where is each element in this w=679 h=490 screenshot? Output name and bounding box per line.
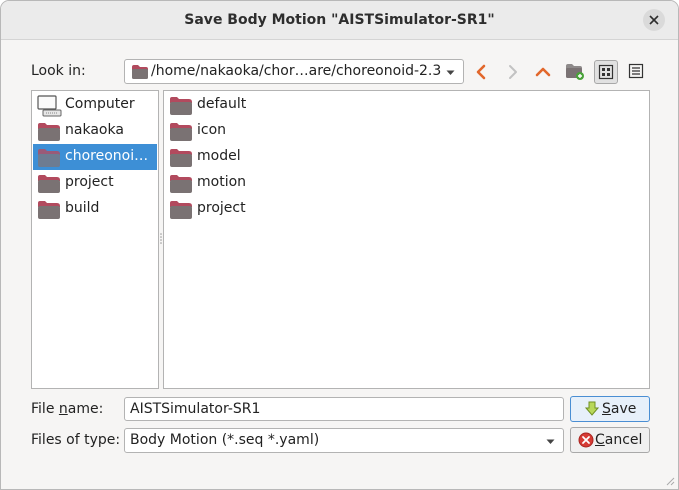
sidebar-item-label: nakaoka — [65, 122, 124, 138]
chevron-down-icon — [446, 70, 455, 75]
file-type-label: Files of type: — [31, 432, 121, 448]
save-button[interactable]: Save — [570, 396, 650, 422]
sidebar-item-nakaoka[interactable]: nakaoka — [33, 118, 157, 144]
sidebar-item-computer[interactable]: Computer — [33, 92, 157, 118]
file-name-label-suffix: ame: — [67, 401, 104, 417]
file-item-default[interactable]: default — [165, 92, 365, 118]
file-item-label: default — [197, 96, 247, 112]
cancel-button-label: Cancel — [595, 432, 643, 448]
look-in-path: /home/nakaoka/chor…are/choreonoid-2.3 — [151, 63, 442, 79]
file-item-label: icon — [197, 122, 227, 138]
cancel-button[interactable]: Cancel — [570, 427, 650, 453]
folder-icon — [38, 123, 60, 141]
sidebar-item-build[interactable]: build — [33, 196, 157, 222]
save-button-label: Save — [602, 401, 637, 417]
list-view-button[interactable] — [594, 60, 618, 84]
sidebar-item-project[interactable]: project — [33, 170, 157, 196]
sidebar-item-choreonoid[interactable]: choreonoi… — [33, 144, 157, 170]
file-name-field[interactable] — [124, 397, 564, 421]
arrow-right-icon — [509, 65, 517, 79]
folder-icon — [38, 201, 60, 219]
back-button[interactable] — [470, 60, 494, 84]
folder-icon — [38, 175, 60, 193]
close-button[interactable] — [643, 9, 665, 31]
folder-icon — [170, 149, 192, 167]
detail-view-button[interactable] — [625, 60, 649, 84]
folder-icon — [170, 123, 192, 141]
list-mode-icon — [598, 64, 614, 80]
new-folder-icon — [566, 64, 584, 80]
arrow-left-icon — [476, 64, 486, 80]
file-name-input[interactable] — [125, 398, 563, 420]
folder-icon — [38, 149, 60, 167]
parent-directory-button[interactable] — [531, 60, 555, 84]
look-in-label: Look in: — [31, 63, 86, 79]
arrow-up-icon — [535, 67, 551, 77]
folder-icon — [170, 97, 192, 115]
sidebar-item-label: choreonoi… — [65, 148, 149, 164]
forward-button[interactable] — [500, 60, 524, 84]
new-folder-button[interactable] — [562, 60, 586, 84]
splitter-handle[interactable] — [160, 233, 162, 245]
sidebar-places: Computer nakaoka choreonoi… project buil… — [31, 90, 159, 389]
detail-mode-icon — [628, 63, 644, 79]
resize-grip-icon[interactable] — [665, 476, 675, 486]
folder-icon — [170, 175, 192, 193]
file-name-label: File name: — [31, 401, 103, 417]
folder-icon — [132, 65, 148, 79]
cancel-icon — [578, 432, 594, 448]
file-item-label: model — [197, 148, 241, 164]
file-list: default icon model motion project — [163, 90, 650, 389]
look-in-combo[interactable]: /home/nakaoka/chor…are/choreonoid-2.3 — [124, 59, 464, 84]
file-item-project[interactable]: project — [165, 196, 365, 222]
file-item-model[interactable]: model — [165, 144, 365, 170]
file-item-label: motion — [197, 174, 247, 190]
file-type-combo[interactable]: Body Motion (*.seq *.yaml) — [124, 428, 564, 453]
sidebar-item-label: build — [65, 200, 100, 216]
save-dialog: Save Body Motion "AISTSimulator-SR1" Loo… — [0, 0, 679, 490]
close-icon — [649, 15, 659, 25]
file-type-value: Body Motion (*.seq *.yaml) — [130, 432, 320, 448]
file-item-icon[interactable]: icon — [165, 118, 365, 144]
dialog-title: Save Body Motion "AISTSimulator-SR1" — [184, 12, 495, 28]
file-name-label-mnemonic: n — [58, 401, 68, 417]
folder-icon — [170, 201, 192, 219]
sidebar-item-label: Computer — [65, 96, 135, 112]
save-arrow-icon — [585, 401, 599, 416]
file-item-label: project — [197, 200, 246, 216]
chevron-down-icon — [546, 439, 555, 444]
computer-icon — [37, 95, 62, 117]
sidebar-item-label: project — [65, 174, 114, 190]
title-bar: Save Body Motion "AISTSimulator-SR1" — [1, 1, 678, 40]
file-name-label-prefix: File — [31, 401, 59, 417]
file-item-motion[interactable]: motion — [165, 170, 365, 196]
